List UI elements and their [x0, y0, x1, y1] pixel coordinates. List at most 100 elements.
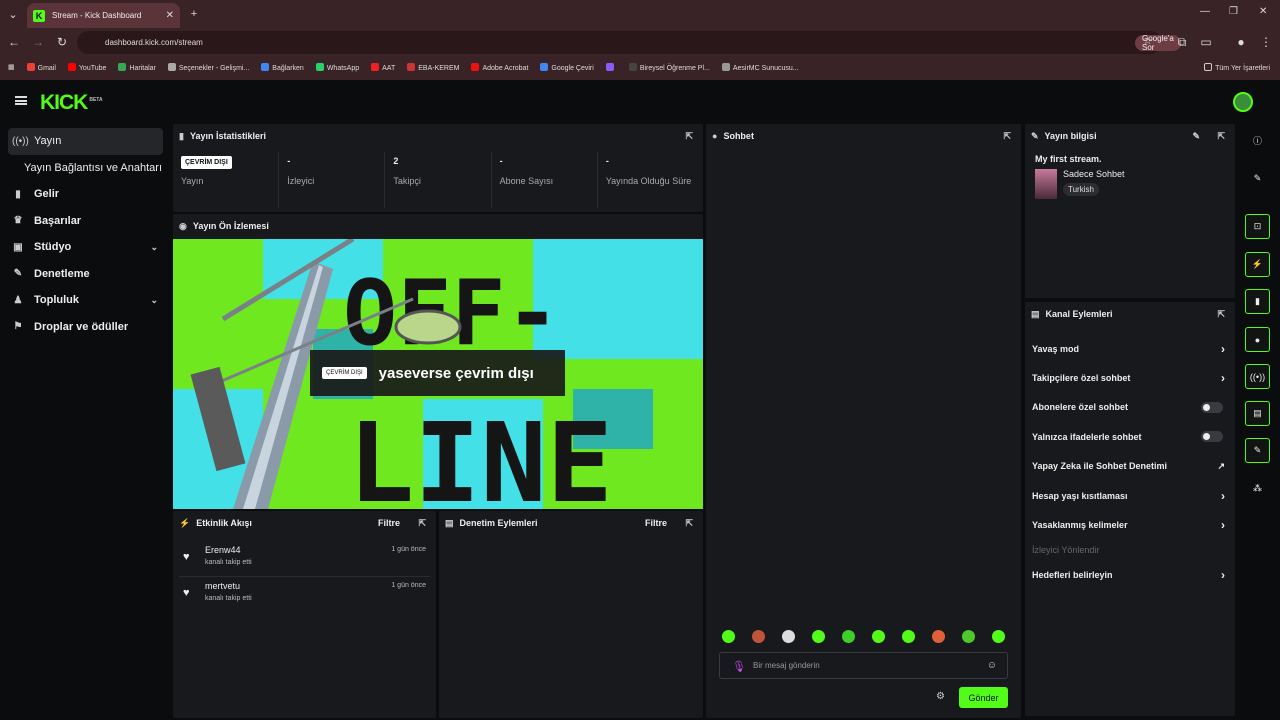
emote-icon[interactable] [992, 630, 1005, 643]
apps-icon[interactable]: ▦ [8, 63, 15, 71]
bookmark-settings[interactable]: Seçenekler - Gelişmi... [167, 62, 249, 72]
chat-icon: ● [712, 131, 718, 141]
sidebar-item-droplar[interactable]: ⚑ Droplar ve ödüller [0, 314, 168, 341]
popout-icon[interactable]: ⇱ [1217, 131, 1225, 142]
sidebar-item-denetleme[interactable]: ✎ Denetleme [0, 261, 168, 288]
category-thumbnail[interactable] [1035, 169, 1057, 199]
emote-icon[interactable] [842, 630, 855, 643]
microphone-icon[interactable]: 🎙 [732, 660, 746, 673]
emote-icon[interactable] [872, 630, 885, 643]
popout-icon[interactable]: ⇱ [1003, 131, 1011, 142]
send-button[interactable]: Gönder [959, 687, 1008, 708]
new-tab-icon[interactable]: + [186, 6, 202, 22]
bookmark-translate[interactable]: Google Çeviri [540, 62, 594, 72]
maximize-icon[interactable]: ❐ [1229, 6, 1238, 17]
close-window-icon[interactable]: ✕ [1259, 6, 1267, 17]
bookmark-eba[interactable]: EBA-KEREM [407, 62, 459, 72]
tab-search-icon[interactable]: ⌄ [5, 6, 21, 22]
bolt-icon: ⚡ [179, 517, 191, 528]
action-banned-words[interactable]: Yasaklanmış kelimeler › [1025, 510, 1235, 539]
profile-icon[interactable]: ● [1233, 34, 1249, 50]
moderation-actions-panel: ▤ Denetim Eylemleri Filtre ⇱ [439, 511, 703, 718]
action-slow-mode[interactable]: Yavaş mod › [1025, 334, 1235, 363]
emote-icon[interactable] [752, 630, 765, 643]
url-field[interactable]: dashboard.kick.com/stream Google'a Sor ☆ [77, 31, 1181, 54]
edit-icon[interactable]: ✎ [1192, 131, 1200, 142]
bookmark-adobe[interactable]: Adobe Acrobat [471, 62, 528, 72]
emoji-icon[interactable]: ☺ [987, 660, 997, 671]
sidepanel-icon[interactable]: ▭ [1198, 34, 1214, 50]
forward-icon[interactable]: → [30, 34, 46, 50]
popout-icon[interactable]: ⇱ [685, 518, 693, 529]
category-name[interactable]: Sadece Sohbet [1063, 169, 1125, 179]
actions-icon: ▤ [1031, 308, 1040, 319]
reload-icon[interactable]: ↻ [54, 34, 70, 50]
hamburger-menu-icon[interactable] [15, 96, 27, 105]
menu-icon[interactable]: ⋮ [1258, 34, 1274, 50]
bookmark-maps[interactable]: Haritalar [118, 62, 156, 72]
chevron-down-icon: ⌄ [150, 241, 158, 252]
user-avatar[interactable] [1233, 92, 1253, 112]
popout-icon[interactable]: ⇱ [418, 518, 426, 529]
emote-icon[interactable] [812, 630, 825, 643]
emote-icon[interactable] [782, 630, 795, 643]
emote-icon[interactable] [932, 630, 945, 643]
stats-widget-icon[interactable]: ⊡ [1245, 214, 1270, 239]
sidebar: ((•)) Yayın Yayın Bağlantısı ve Anahtarı … [0, 128, 168, 340]
bookmark-gmail[interactable]: Gmail [26, 62, 56, 72]
all-bookmarks[interactable]: Tüm Yer İşaretleri [1204, 62, 1270, 72]
bookmark-purple[interactable] [605, 62, 617, 72]
stat-yayin: ÇEVRİM DIŞI Yayın [173, 152, 280, 208]
minimize-icon[interactable]: — [1200, 6, 1210, 17]
action-ai-moderation[interactable]: Yapay Zeka ile Sohbet Denetimi ↗ [1025, 452, 1235, 481]
bookmark-baglarken[interactable]: Bağlarken [261, 62, 304, 72]
bookmark-bireysel[interactable]: Bireysel Öğrenme Pl... [628, 62, 710, 72]
sidebar-item-studyo[interactable]: ▣ Stüdyo ⌄ [0, 234, 168, 261]
action-emotes-only[interactable]: Yalnızca ifadelerle sohbet [1025, 422, 1235, 451]
sidebar-item-basarilar[interactable]: ♛ Başarılar [0, 208, 168, 235]
kick-logo[interactable]: KICK BETA [40, 91, 103, 115]
bookmark-whatsapp[interactable]: WhatsApp [315, 62, 359, 72]
sidebar-item-stream-key[interactable]: Yayın Bağlantısı ve Anahtarı [0, 155, 168, 182]
wrench-widget-icon[interactable]: ✎ [1245, 438, 1270, 463]
sidebar-item-yayin[interactable]: ((•)) Yayın [8, 128, 163, 155]
action-subscribers-only[interactable]: Abonelere özel sohbet [1025, 393, 1235, 422]
top-bar: KICK BETA [0, 80, 1280, 120]
community-widget-icon[interactable]: ⁂ [1245, 476, 1270, 501]
toggle-switch[interactable] [1201, 431, 1223, 443]
bookmark-aat[interactable]: AAT [371, 62, 395, 72]
shield-icon: ▤ [445, 517, 454, 528]
actions-widget-icon[interactable]: ▤ [1245, 401, 1270, 426]
browser-tab[interactable]: K Stream - Kick Dashboard ✕ [27, 3, 180, 28]
sidebar-item-gelir[interactable]: ▮ Gelir [0, 181, 168, 208]
wrench-icon: ✎ [13, 268, 23, 280]
back-icon[interactable]: ← [6, 34, 22, 50]
action-account-age[interactable]: Hesap yaşı kısıtlaması › [1025, 481, 1235, 510]
action-goals[interactable]: Hedefleri belirleyin › [1025, 561, 1235, 590]
emote-icon[interactable] [722, 630, 735, 643]
bookmark-aesirmc[interactable]: AesirMC Sunucusu... [721, 62, 799, 72]
bookmark-youtube[interactable]: YouTube [67, 62, 106, 72]
popout-icon[interactable]: ⇱ [685, 131, 693, 142]
emote-icon[interactable] [902, 630, 915, 643]
document-widget-icon[interactable]: ▮ [1245, 289, 1270, 314]
info-icon[interactable]: ⓘ [1245, 128, 1270, 153]
stream-preview-header: ◉ Yayın Ön İzlemesi [173, 214, 703, 239]
close-tab-icon[interactable]: ✕ [166, 10, 174, 21]
sidebar-item-topluluk[interactable]: ♟ Topluluk ⌄ [0, 287, 168, 314]
stream-widget-icon[interactable]: ((•)) [1245, 364, 1270, 389]
translate-icon[interactable]: ⧉ [1174, 34, 1190, 50]
action-followers-only[interactable]: Takipçilere özel sohbet › [1025, 363, 1235, 392]
panel-header: ⚡ Etkinlik Akışı Filtre ⇱ [179, 517, 426, 529]
popout-icon[interactable]: ⇱ [1217, 309, 1225, 320]
emote-icon[interactable] [962, 630, 975, 643]
gear-icon[interactable]: ⚙ [936, 691, 945, 702]
chat-input[interactable]: 🎙 Bir mesaj gönderin ☺ [719, 652, 1008, 679]
filter-button[interactable]: Filtre [645, 518, 667, 528]
star-icon[interactable]: ☆ [1143, 36, 1152, 47]
chat-widget-icon[interactable]: ● [1245, 327, 1270, 352]
filter-button[interactable]: Filtre [378, 518, 400, 528]
pencil-icon[interactable]: ✎ [1245, 166, 1270, 191]
toggle-switch[interactable] [1201, 401, 1223, 413]
bolt-widget-icon[interactable]: ⚡ [1245, 252, 1270, 277]
